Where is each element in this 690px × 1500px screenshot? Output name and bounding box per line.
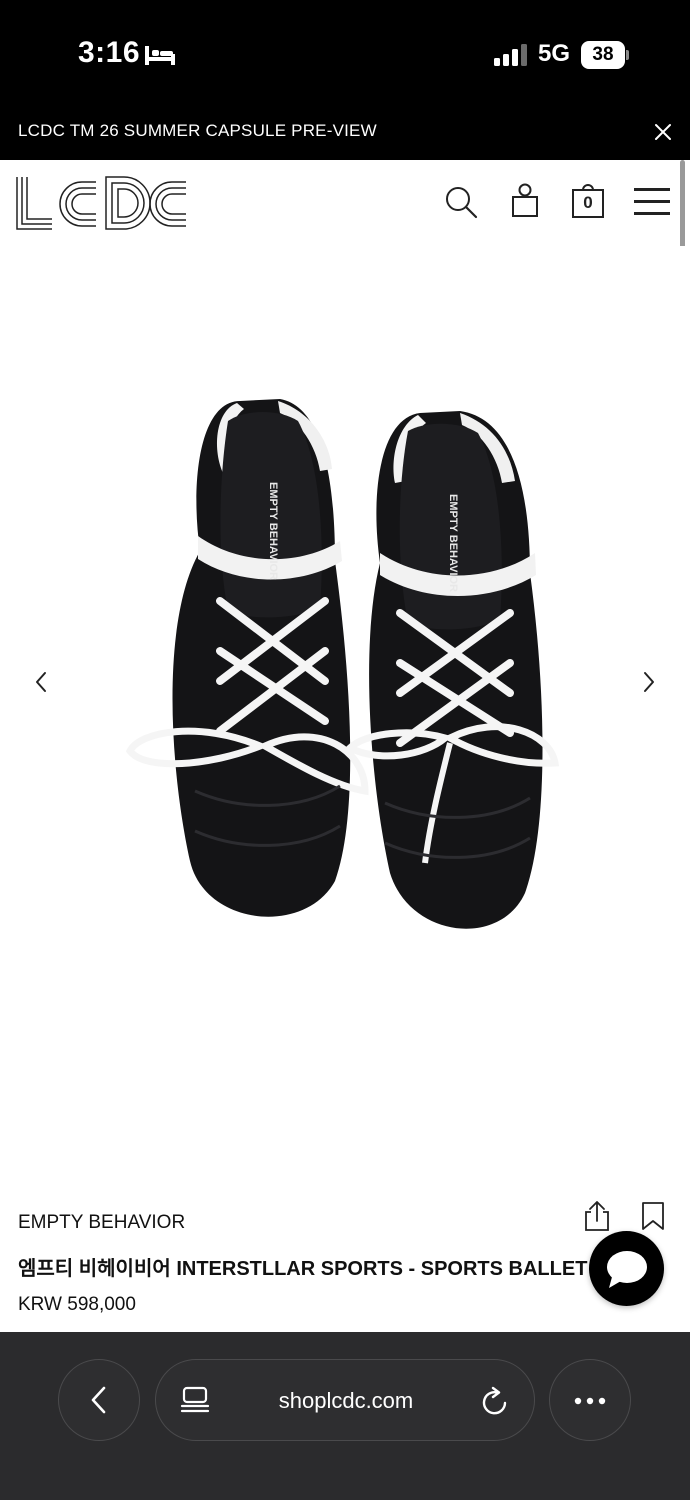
insole-brand-text: EMPTY BEHAVIOR bbox=[447, 494, 459, 592]
cart-button[interactable]: 0 bbox=[571, 183, 605, 219]
more-icon bbox=[574, 1397, 606, 1405]
menu-line bbox=[634, 200, 670, 203]
product-brand[interactable]: EMPTY BEHAVIOR bbox=[18, 1212, 185, 1234]
search-icon[interactable] bbox=[443, 184, 479, 220]
more-button[interactable] bbox=[549, 1359, 631, 1441]
product-title: 엠프티 비헤이비어 INTERSTLLAR SPORTS - SPORTS BA… bbox=[18, 1258, 598, 1280]
chevron-left-icon[interactable] bbox=[32, 670, 50, 694]
hamburger-menu-icon[interactable] bbox=[634, 188, 670, 218]
url-text[interactable]: shoplcdc.com bbox=[226, 1388, 466, 1414]
signal-icon bbox=[494, 44, 527, 66]
status-bar: 3:16 5G 38 bbox=[0, 0, 690, 105]
product-image: EMPTY BEHAVIOR EMPTY BEHAVIOR bbox=[125, 399, 560, 929]
chevron-right-icon[interactable] bbox=[640, 670, 658, 694]
close-icon[interactable] bbox=[652, 121, 674, 143]
cart-count: 0 bbox=[583, 193, 593, 212]
network-label: 5G bbox=[538, 40, 571, 67]
chat-button[interactable] bbox=[589, 1231, 664, 1306]
product-image-carousel[interactable]: EMPTY BEHAVIOR EMPTY BEHAVIOR bbox=[0, 246, 690, 1186]
product-price: KRW 598,000 bbox=[18, 1294, 136, 1315]
status-time: 3:16 bbox=[78, 36, 141, 69]
chat-icon bbox=[607, 1251, 647, 1288]
insole-brand-text: EMPTY BEHAVIOR bbox=[267, 482, 279, 580]
bed-icon bbox=[145, 46, 175, 65]
shopping-bag-icon[interactable] bbox=[510, 182, 540, 218]
battery-level: 38 bbox=[581, 41, 625, 69]
reader-icon[interactable] bbox=[180, 1386, 210, 1416]
browser-toolbar: shoplcdc.com bbox=[0, 1332, 690, 1500]
menu-line bbox=[634, 212, 670, 215]
battery-icon: 38 bbox=[581, 41, 629, 69]
announcement-bar: LCDC TM 26 SUMMER CAPSULE PRE-VIEW bbox=[0, 105, 690, 160]
back-arrow-icon bbox=[91, 1386, 106, 1414]
lcdc-logo[interactable] bbox=[14, 175, 190, 231]
menu-line bbox=[634, 188, 670, 191]
battery-nub bbox=[626, 50, 629, 60]
browser-back-button[interactable] bbox=[58, 1359, 140, 1441]
site-header: 0 bbox=[0, 160, 690, 246]
reload-icon[interactable] bbox=[480, 1385, 510, 1417]
announcement-text[interactable]: LCDC TM 26 SUMMER CAPSULE PRE-VIEW bbox=[18, 121, 377, 141]
address-bar[interactable]: shoplcdc.com bbox=[155, 1359, 535, 1441]
share-icon[interactable] bbox=[582, 1200, 612, 1232]
bookmark-icon[interactable] bbox=[640, 1201, 666, 1231]
